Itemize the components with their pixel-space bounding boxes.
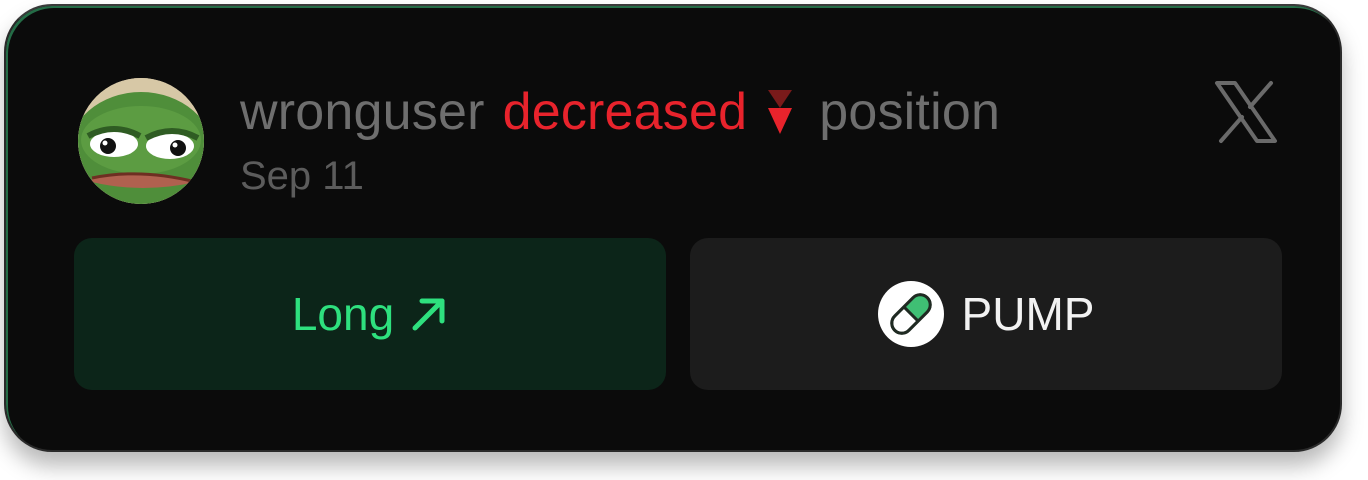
down-arrow-icon (765, 88, 795, 136)
frog-avatar-image (78, 78, 204, 204)
date-text: Sep 11 (240, 154, 364, 198)
username-text[interactable]: wronguser (240, 82, 485, 142)
long-button[interactable]: Long (74, 238, 666, 390)
long-button-label: Long (291, 288, 395, 340)
action-text: decreased (502, 83, 748, 141)
token-button-label: PUMP (961, 288, 1095, 340)
user-avatar[interactable] (78, 78, 204, 204)
pill-icon (877, 281, 944, 347)
x-logo-icon[interactable] (1210, 76, 1282, 148)
notification-headline: wronguser decreased position (240, 80, 1000, 144)
arrow-up-right-icon (410, 295, 448, 333)
position-text: position (819, 83, 1001, 141)
position-notification-card: wronguser decreased position Sep 11 Long (4, 4, 1342, 452)
token-button[interactable]: PUMP (690, 238, 1282, 390)
